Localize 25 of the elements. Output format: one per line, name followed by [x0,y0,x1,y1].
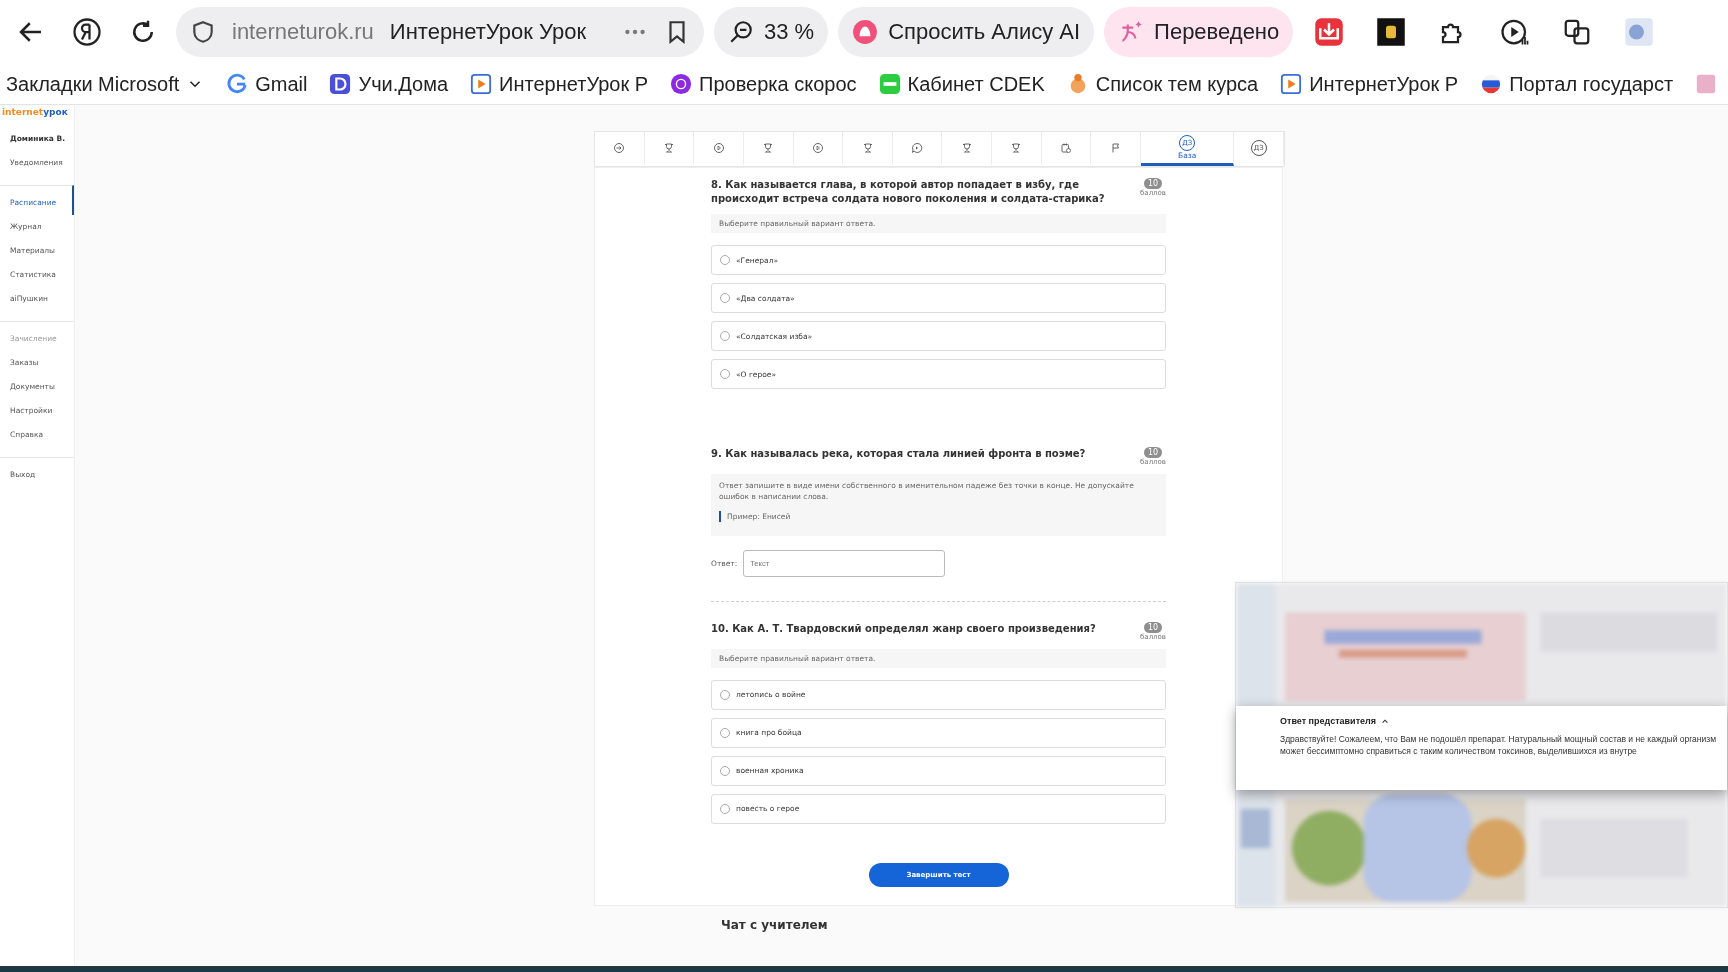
chat-title: Чат с учителем [721,917,828,932]
points-badge: 10 [1143,447,1163,458]
bookmark-item[interactable]: Портал государст [1480,72,1674,96]
bookmark-item[interactable]: ИнтернетУрок Р [470,72,649,96]
bookmark-item[interactable]: Gmail [226,72,308,96]
points-badge: 10 [1143,178,1163,189]
bookmark-item[interactable]: Список тем курса [1066,72,1259,96]
zoom-button[interactable]: 33 % [714,7,829,57]
points-badge: 10 [1143,621,1163,633]
translate-button[interactable]: Переведено [1104,7,1294,57]
question-title: 8. Как называется глава, в которой автор попадает в избу, где происходит встреча солдата нового поколения и солдата-старика? [711,178,1106,206]
page-title: ИнтернетУрок Урок [389,19,588,45]
site-logo[interactable]: internetурок [0,105,70,127]
bookmark-item[interactable]: Учи.Дома [329,72,449,96]
alice-button[interactable]: Спросить Алису AI [838,7,1095,57]
address-bar[interactable]: interneturok.ru ИнтернетУрок Урок [176,7,704,57]
address-domain: interneturok.ru [232,19,374,45]
popup-title: Ответ представителя [1280,716,1377,726]
bookmark-item[interactable]: Кабинет CDEK [878,72,1045,96]
bookmark-item[interactable]: Проверка скорос [670,72,857,96]
reply-text: Здравствуйте! Сожалеем, что Вам не подошёл препарат. Натуральный мощный состав и не каждый организм может бессимптомно справиться с таким количеством токсинов, выделившихся из внутре [1280,733,1718,758]
question-title: 10. Как А. Т. Твардовский определял жанр своего произведения? [711,621,1096,636]
bookmark-item[interactable]: ИнтернетУрок Р [1280,72,1459,96]
question-title: 9. Как называлась река, которая стала линией фронта в поэме? [711,447,1086,461]
bookmark-item[interactable]: Закладки Microsoft [6,72,205,96]
